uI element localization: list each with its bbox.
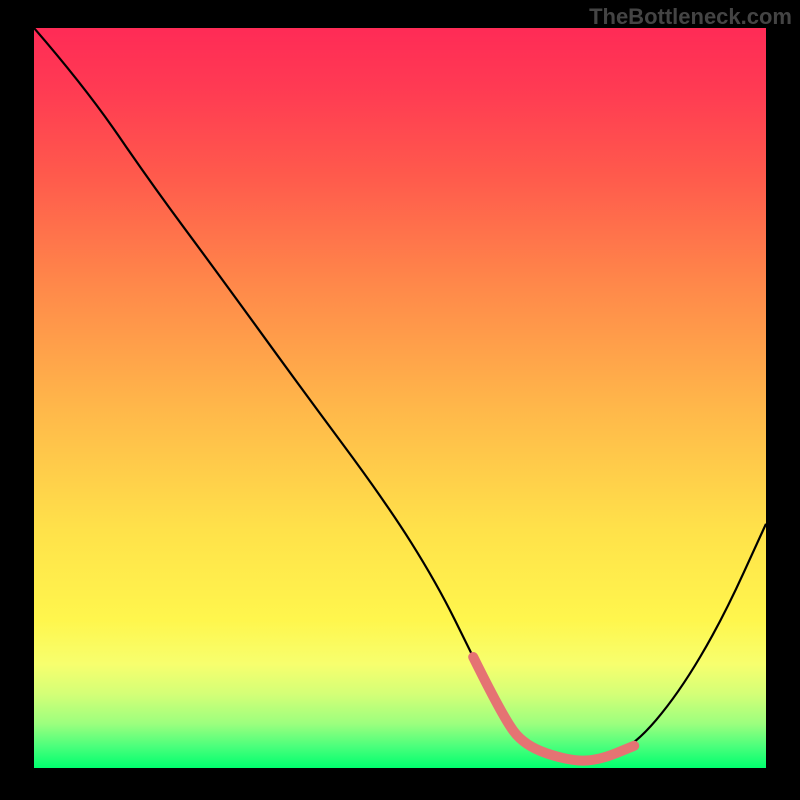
watermark-text: TheBottleneck.com xyxy=(589,4,792,30)
bottleneck-curve xyxy=(34,28,766,761)
plot-area xyxy=(34,28,766,768)
curve-layer xyxy=(34,28,766,768)
highlight-segment xyxy=(473,657,634,761)
chart-frame: TheBottleneck.com xyxy=(0,0,800,800)
